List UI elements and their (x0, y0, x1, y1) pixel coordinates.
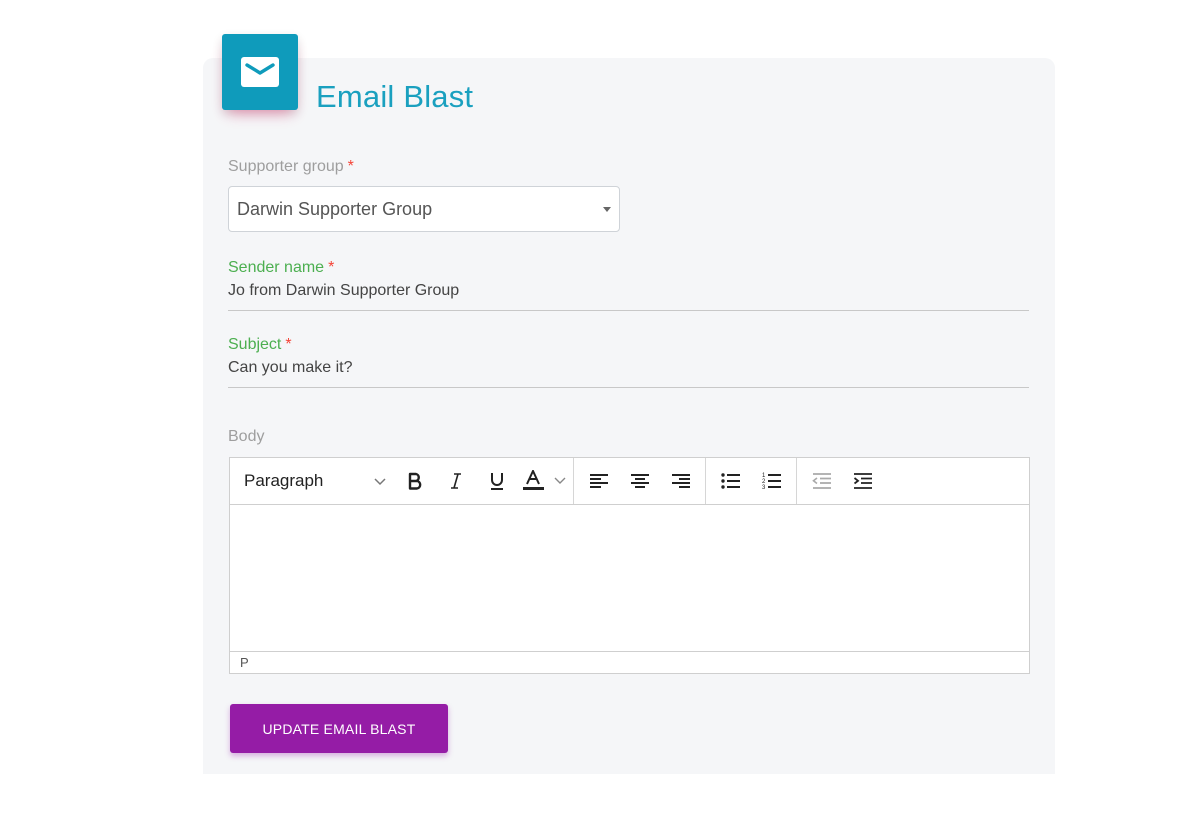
outdent-icon (811, 473, 832, 489)
bullet-list-icon (720, 473, 741, 489)
dropdown-caret-icon (603, 207, 611, 212)
supporter-group-label-text: Supporter group (228, 158, 344, 175)
underline-icon (489, 471, 505, 491)
header-icon-tile (222, 34, 298, 110)
body-label: Body (228, 428, 265, 445)
align-center-button[interactable] (619, 458, 660, 504)
update-email-blast-button[interactable]: UPDATE EMAIL BLAST (230, 704, 448, 753)
align-left-button[interactable] (578, 458, 619, 504)
supporter-group-value: Darwin Supporter Group (237, 199, 433, 219)
sender-name-field[interactable]: Jo from Darwin Supporter Group (228, 280, 1029, 311)
bold-icon (406, 472, 424, 490)
rich-text-editor: Paragraph 1 2 3 P (229, 457, 1030, 674)
indent-icon (853, 473, 873, 489)
editor-content-area[interactable] (230, 505, 1029, 651)
editor-statusbar-path: P (230, 651, 1029, 673)
toolbar-group-lists: 123 (706, 458, 797, 504)
toolbar-group-format: Paragraph (230, 458, 574, 504)
italic-button[interactable] (435, 458, 476, 504)
subject-label: Subject * (228, 336, 292, 354)
toolbar-group-indent (797, 458, 887, 504)
numbered-list-button[interactable]: 123 (751, 458, 792, 504)
numbered-list-icon: 123 (762, 472, 782, 490)
block-format-value: Paragraph (244, 471, 324, 490)
outdent-button[interactable] (801, 458, 842, 504)
required-mark: * (328, 259, 335, 276)
bold-button[interactable] (394, 458, 435, 504)
text-color-icon (523, 470, 567, 492)
align-center-icon (630, 473, 650, 489)
sender-name-label: Sender name * (228, 259, 334, 277)
italic-icon (448, 472, 464, 490)
indent-button[interactable] (842, 458, 883, 504)
supporter-group-label: Supporter group * (228, 158, 354, 176)
align-left-icon (589, 473, 609, 489)
toolbar-group-align (574, 458, 706, 504)
bullet-list-button[interactable] (710, 458, 751, 504)
subject-value: Can you make it? (228, 359, 353, 376)
required-mark: * (347, 158, 354, 175)
page-title: Email Blast (316, 79, 474, 114)
align-right-button[interactable] (660, 458, 701, 504)
chevron-down-icon (372, 473, 394, 489)
subject-label-text: Subject (228, 336, 282, 353)
subject-field[interactable]: Can you make it? (228, 357, 1029, 388)
align-right-icon (671, 473, 691, 489)
text-color-button[interactable] (517, 458, 573, 504)
editor-toolbar: Paragraph 1 2 3 (230, 458, 1029, 505)
sender-name-label-text: Sender name (228, 259, 325, 276)
underline-button[interactable] (476, 458, 517, 504)
sender-name-value: Jo from Darwin Supporter Group (228, 282, 460, 299)
block-format-select[interactable]: Paragraph (230, 458, 394, 504)
email-icon (241, 57, 279, 87)
svg-text:3: 3 (762, 485, 766, 490)
supporter-group-select[interactable]: Darwin Supporter Group (228, 186, 620, 232)
required-mark: * (285, 336, 292, 353)
